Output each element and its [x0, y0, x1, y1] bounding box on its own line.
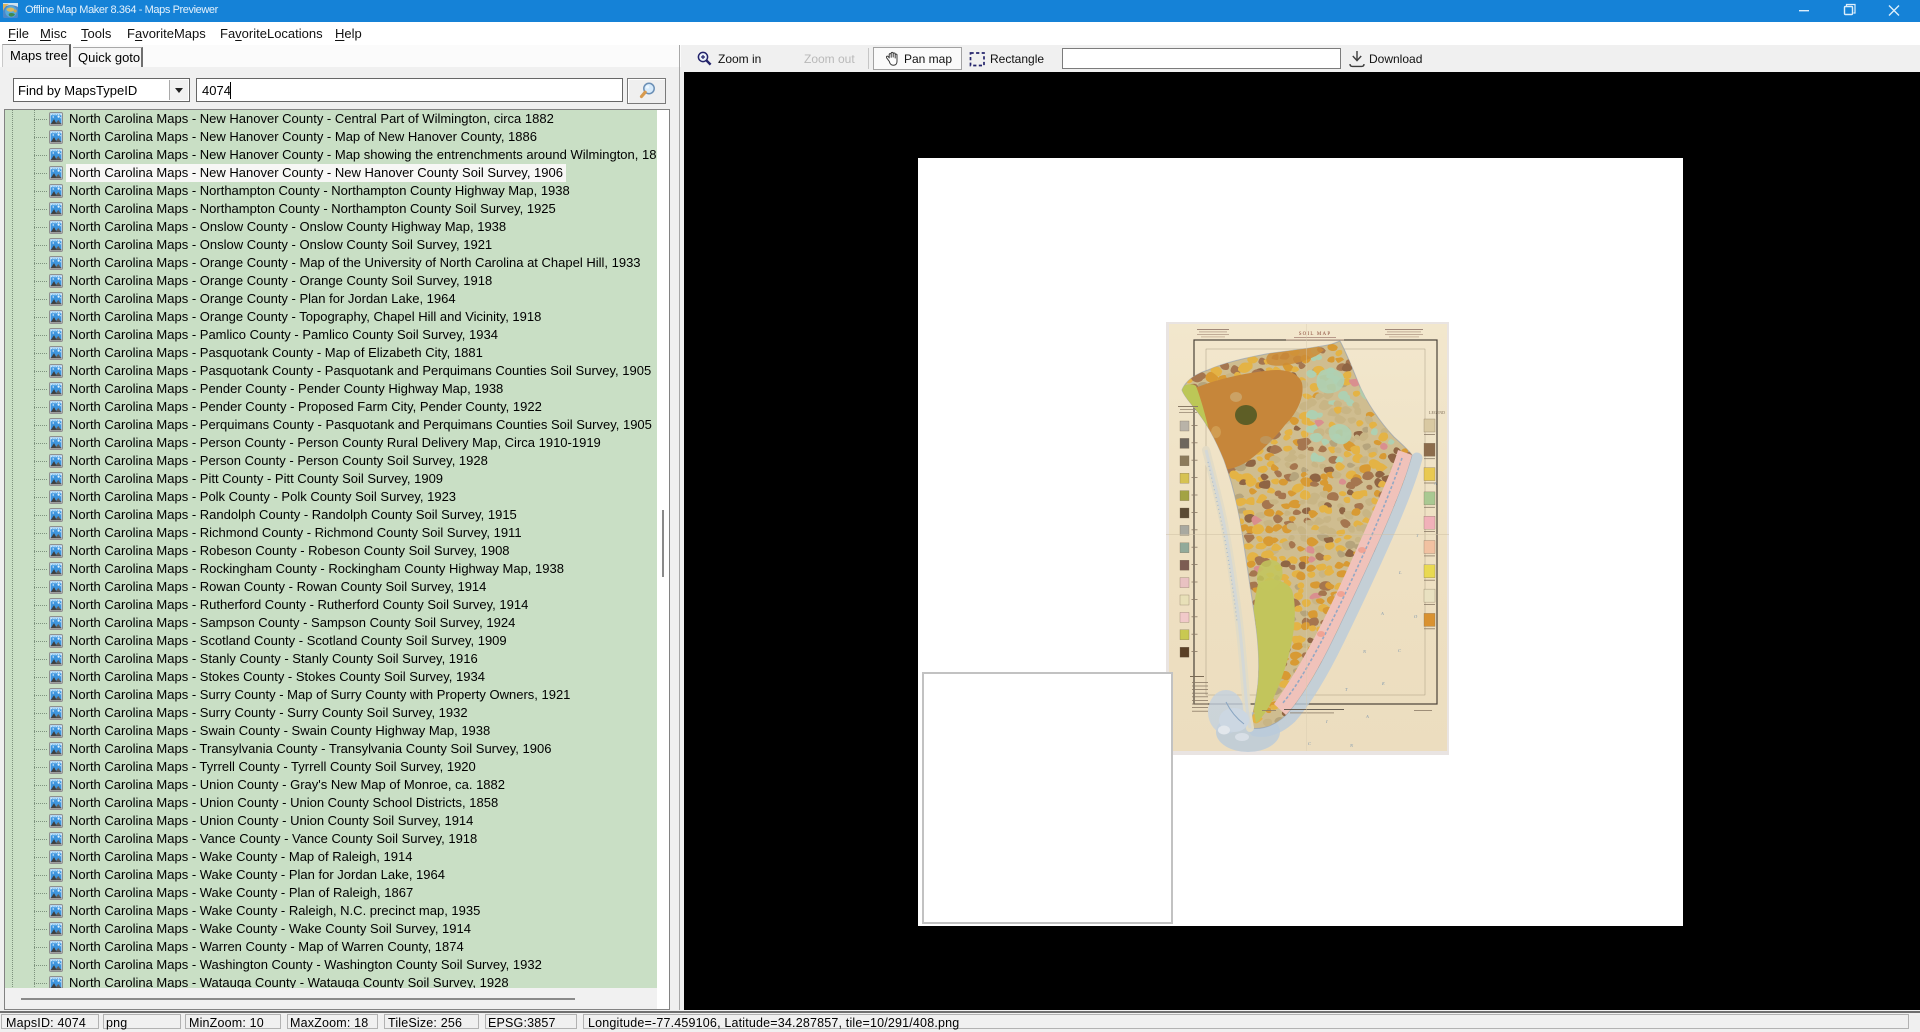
svg-text:L: L	[1398, 570, 1402, 575]
svg-text:LEGEND: LEGEND	[1429, 410, 1445, 415]
svg-text:E: E	[1381, 681, 1385, 686]
svg-text:A: A	[1380, 611, 1384, 616]
svg-text:SOIL MAP: SOIL MAP	[1299, 332, 1332, 337]
svg-text:A: A	[1433, 481, 1437, 486]
svg-text:A: A	[1365, 714, 1369, 719]
